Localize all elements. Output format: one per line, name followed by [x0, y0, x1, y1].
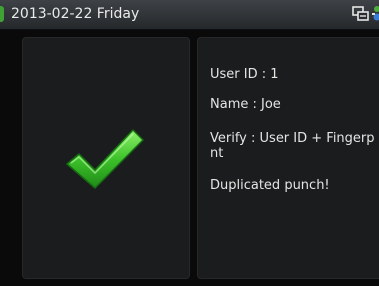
user-id-text: User ID : 1: [210, 67, 279, 82]
status-accent: [0, 6, 4, 22]
punch-message-text: Duplicated punch!: [210, 178, 330, 193]
date-label: 2013-02-22 Friday: [11, 6, 140, 22]
verify-method-text: Verify : User ID + Fingerp nt: [210, 131, 375, 161]
verify-mode-icon: [372, 6, 379, 21]
network-icon: [352, 6, 369, 21]
user-name-text: Name : Joe: [210, 97, 281, 112]
status-bar: 2013-02-22 Friday: [0, 0, 379, 30]
user-info-panel: User ID : 1 Name : Joe Verify : User ID …: [197, 37, 379, 279]
checkmark-icon: [66, 129, 144, 189]
result-icon-panel: [22, 37, 190, 279]
verification-result-area: User ID : 1 Name : Joe Verify : User ID …: [0, 30, 379, 286]
